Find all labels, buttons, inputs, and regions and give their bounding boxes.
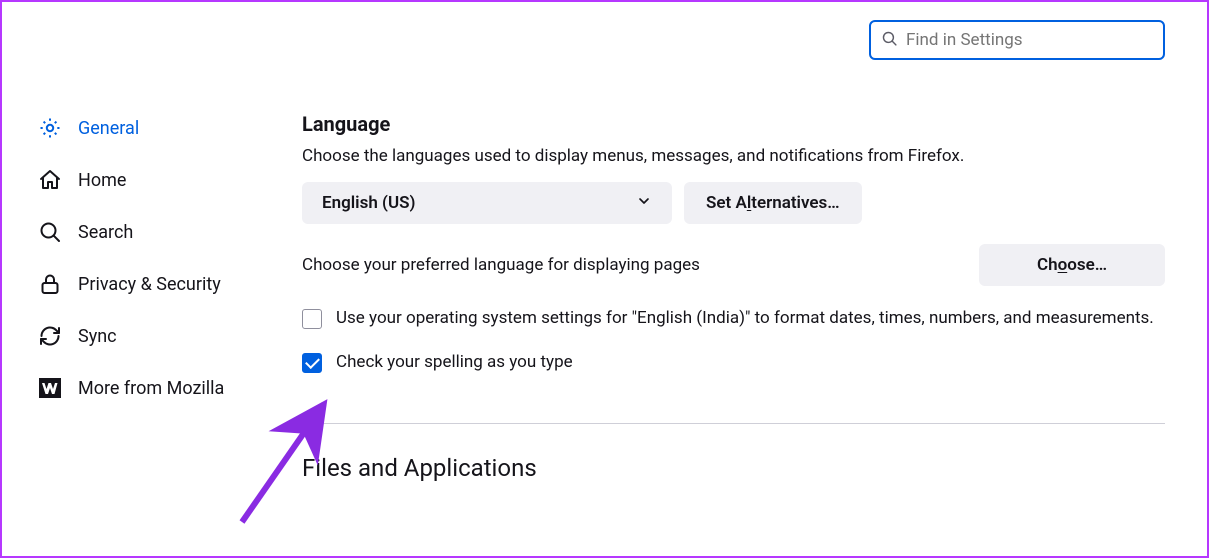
sidebar-item-search[interactable]: Search [38, 206, 302, 258]
sidebar-item-label: Privacy & Security [78, 274, 221, 295]
search-icon [881, 30, 898, 51]
settings-main: Language Choose the languages used to di… [302, 2, 1207, 556]
sidebar-item-label: More from Mozilla [78, 378, 224, 399]
section-divider [302, 423, 1165, 424]
sidebar-item-general[interactable]: General [38, 102, 302, 154]
language-dropdown[interactable]: English (US) [302, 182, 672, 224]
search-icon [38, 220, 62, 244]
sidebar-item-home[interactable]: Home [38, 154, 302, 206]
os-format-label: Use your operating system settings for "… [336, 306, 1154, 332]
language-description: Choose the languages used to display men… [302, 146, 1165, 166]
sidebar-item-label: General [78, 118, 139, 139]
files-heading: Files and Applications [302, 454, 1165, 482]
sidebar-item-label: Sync [78, 326, 117, 347]
sidebar-item-label: Search [78, 222, 133, 243]
spellcheck-label: Check your spelling as you type [336, 350, 573, 376]
sidebar-item-privacy[interactable]: Privacy & Security [38, 258, 302, 310]
lock-icon [38, 272, 62, 296]
home-icon [38, 168, 62, 192]
sidebar-item-sync[interactable]: Sync [38, 310, 302, 362]
choose-language-button[interactable]: Choose… [979, 244, 1165, 286]
spellcheck-checkbox[interactable] [302, 353, 322, 373]
sidebar-item-more-mozilla[interactable]: More from Mozilla [38, 362, 302, 414]
search-settings-box[interactable] [869, 20, 1165, 60]
sidebar-item-label: Home [78, 170, 126, 191]
mozilla-icon [38, 376, 62, 400]
settings-sidebar: General Home Search Privacy & Security S… [2, 2, 302, 556]
os-format-checkbox[interactable] [302, 309, 322, 329]
search-settings-input[interactable] [906, 30, 1153, 50]
chevron-down-icon [636, 193, 652, 214]
sync-icon [38, 324, 62, 348]
language-heading: Language [302, 112, 1165, 136]
gear-icon [38, 116, 62, 140]
language-selected: English (US) [322, 193, 415, 213]
choose-language-description: Choose your preferred language for displ… [302, 255, 700, 275]
set-alternatives-button[interactable]: Set Alternatives… [684, 182, 862, 224]
